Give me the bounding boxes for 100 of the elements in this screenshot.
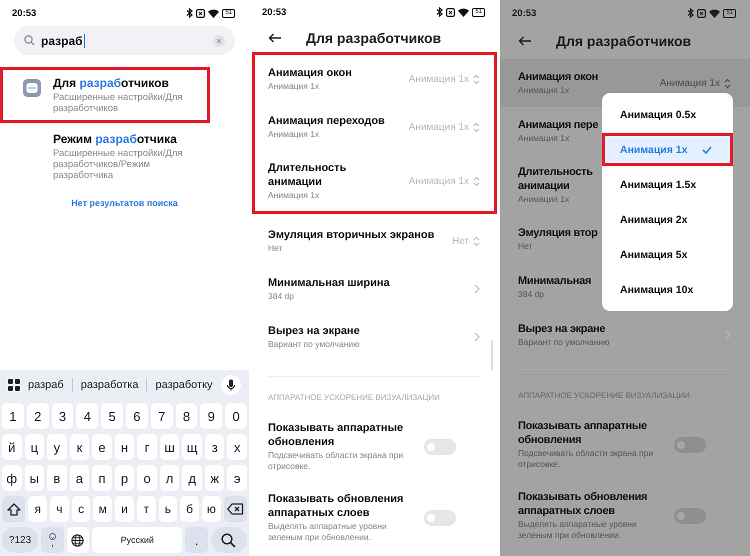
- page-title: Для разработчиков: [556, 33, 692, 49]
- key[interactable]: и: [115, 496, 134, 522]
- emoji-comma-key[interactable]: ,: [41, 527, 64, 553]
- section-header: АППАРАТНОЕ УСКОРЕНИЕ ВИЗУАЛИЗАЦИИ: [267, 392, 441, 404]
- key[interactable]: 2: [26, 403, 49, 429]
- toggle-switch[interactable]: [424, 510, 456, 526]
- emoji-icon: [48, 532, 56, 540]
- language-key[interactable]: [66, 527, 90, 553]
- period-key[interactable]: .: [185, 527, 208, 553]
- setting-subtitle: 384 dp: [518, 289, 545, 300]
- menu-option[interactable]: Анимация 10x: [602, 273, 733, 306]
- comma-label: ,: [50, 540, 54, 548]
- key[interactable]: я: [28, 496, 48, 522]
- key[interactable]: 8: [176, 403, 198, 429]
- word-suggestion[interactable]: разраб: [28, 379, 64, 391]
- key[interactable]: в: [47, 465, 67, 491]
- word-suggestion[interactable]: разработку: [155, 379, 213, 391]
- key[interactable]: д: [182, 465, 202, 491]
- settings-row[interactable]: Показывать обновления аппаратных слоев Выделять аппаратные уровни зеленым при обновлении.: [255, 482, 494, 553]
- menu-option[interactable]: Анимация 2x: [602, 203, 733, 236]
- setting-subtitle: Анимация 1x: [518, 85, 570, 96]
- setting-subtitle: Анимация 1x: [518, 194, 570, 205]
- space-key[interactable]: Русский: [92, 527, 182, 553]
- back-arrow-icon[interactable]: [518, 36, 532, 46]
- key[interactable]: 9: [200, 403, 222, 429]
- key[interactable]: ф: [2, 465, 22, 491]
- settings-row[interactable]: Показывать аппаратные обновления Подсвечивать области экрана при отрисовке.: [505, 409, 745, 480]
- key[interactable]: ю: [202, 496, 221, 522]
- settings-row[interactable]: Вырез на экране Вариант по умолчанию: [255, 313, 494, 362]
- settings-row[interactable]: Вырез на экране Вариант по умолчанию: [505, 311, 745, 359]
- key[interactable]: э: [227, 465, 248, 491]
- search-key[interactable]: [210, 527, 247, 553]
- symbols-key[interactable]: ?123: [2, 527, 38, 553]
- key[interactable]: ь: [158, 496, 178, 522]
- key[interactable]: ж: [204, 465, 224, 491]
- key[interactable]: а: [70, 465, 90, 491]
- settings-row[interactable]: Показывать аппаратные обновления Подсвечивать области экрана при отрисовке.: [255, 411, 494, 482]
- settings-row[interactable]: Анимация переходов Анимация 1x Анимация 1x: [255, 103, 494, 152]
- key[interactable]: о: [137, 465, 157, 491]
- key[interactable]: ц: [24, 434, 44, 460]
- setting-subtitle: Анимация 1x: [518, 133, 570, 144]
- key[interactable]: м: [93, 496, 112, 522]
- apps-grid-icon[interactable]: [8, 379, 20, 391]
- key[interactable]: т: [136, 496, 156, 522]
- key[interactable]: н: [114, 434, 134, 460]
- wifi-icon: [208, 8, 220, 18]
- key[interactable]: ч: [50, 496, 69, 522]
- word-suggestion[interactable]: разработка: [80, 379, 138, 391]
- setting-title: Длительность анимации: [268, 161, 348, 190]
- up-down-chevron-icon: [473, 176, 480, 187]
- key[interactable]: 7: [150, 403, 173, 429]
- result-path: Расширенные настройки/Для разработчиков/Режим разработчика: [53, 148, 184, 181]
- key[interactable]: х: [227, 434, 248, 460]
- microphone-icon[interactable]: [221, 375, 241, 395]
- key[interactable]: ы: [24, 465, 44, 491]
- settings-row[interactable]: Минимальная ширина 384 dp: [255, 265, 494, 314]
- key[interactable]: с: [72, 496, 90, 522]
- key[interactable]: 4: [76, 403, 98, 429]
- toggle-switch[interactable]: [424, 438, 456, 454]
- setting-subtitle: Подсвечивать области экрана при отрисовке.: [268, 450, 404, 472]
- setting-title: Анимация окон: [518, 70, 600, 84]
- backspace-key[interactable]: [224, 496, 248, 522]
- shift-key[interactable]: [2, 496, 26, 522]
- clear-icon[interactable]: [213, 34, 225, 46]
- key[interactable]: г: [137, 434, 157, 460]
- key[interactable]: 6: [126, 403, 148, 429]
- settings-row[interactable]: Длительность анимации Анимация 1x Анимация 1x: [255, 151, 494, 212]
- key[interactable]: р: [114, 465, 134, 491]
- key[interactable]: к: [70, 434, 90, 460]
- key[interactable]: 3: [52, 403, 74, 429]
- search-result[interactable]: Для разработчиков Расширенные настройки/Для разработчиков: [0, 67, 210, 123]
- menu-option[interactable]: Анимация 1.5x: [602, 168, 733, 201]
- key[interactable]: й: [2, 434, 22, 460]
- backspace-icon: [226, 503, 244, 515]
- setting-subtitle: Нет: [518, 241, 534, 252]
- setting-title: Эмуляция втор: [518, 226, 599, 240]
- menu-option[interactable]: Анимация 5x: [602, 238, 733, 271]
- key[interactable]: б: [180, 496, 199, 522]
- settings-row[interactable]: Показывать обновления аппаратных слоев Выделять аппаратные уровни зеленым при обновлении.: [505, 480, 745, 551]
- key[interactable]: у: [47, 434, 67, 460]
- setting-title: Показывать обновления аппаратных слоев: [268, 492, 404, 520]
- key[interactable]: щ: [182, 434, 202, 460]
- key[interactable]: 0: [225, 403, 247, 429]
- settings-row[interactable]: Анимация окон Анимация 1x Анимация 1x: [255, 55, 494, 104]
- key[interactable]: л: [160, 465, 180, 491]
- menu-option[interactable]: Анимация 1x: [602, 133, 733, 166]
- result-title: Для разработчиков: [53, 76, 170, 90]
- wifi-icon: [458, 8, 470, 17]
- key[interactable]: 5: [101, 403, 123, 429]
- settings-row[interactable]: Эмуляция вторичных экранов Нет Нет: [255, 217, 494, 266]
- key[interactable]: е: [92, 434, 112, 460]
- setting-value: Анимация 1x: [408, 74, 469, 85]
- key[interactable]: 1: [2, 403, 24, 429]
- back-arrow-icon[interactable]: [268, 33, 282, 44]
- key[interactable]: п: [92, 465, 112, 491]
- key[interactable]: з: [204, 434, 224, 460]
- key[interactable]: ш: [160, 434, 180, 460]
- search-result[interactable]: Режим разработчика Расширенные настройки/Для разработчиков/Режим разработчика: [0, 123, 210, 190]
- setting-title: Показывать аппаратные обновления: [518, 419, 648, 447]
- search-field[interactable]: разраб: [14, 26, 235, 55]
